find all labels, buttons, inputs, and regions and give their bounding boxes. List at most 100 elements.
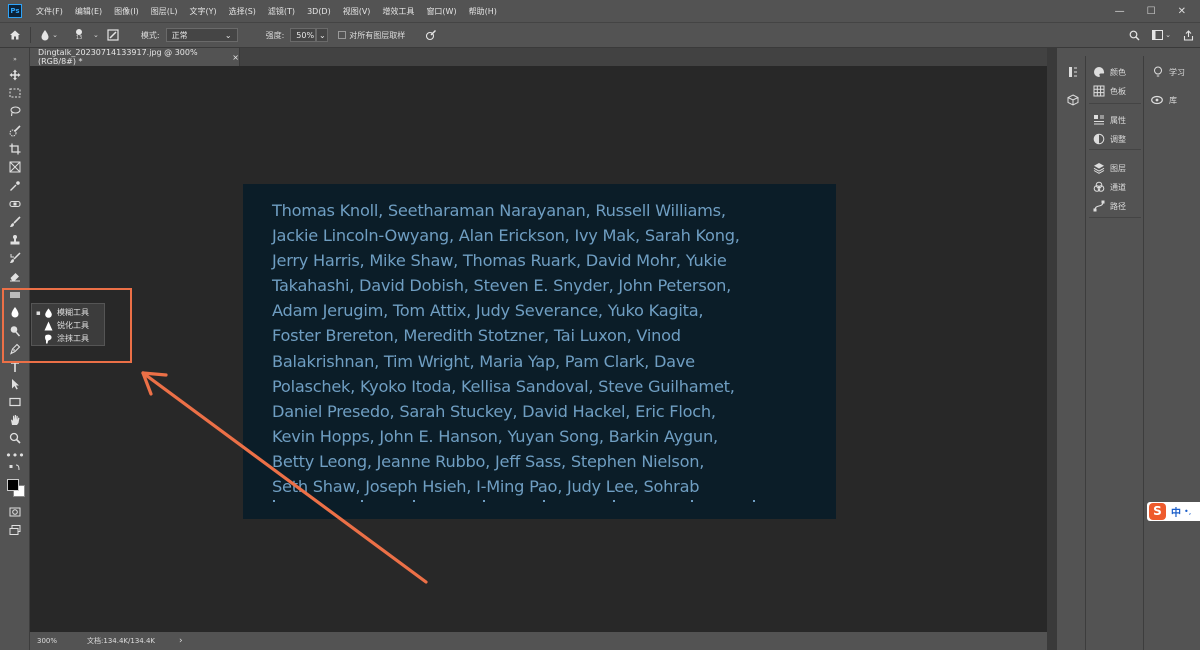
bandage-icon <box>9 200 21 208</box>
menu-select[interactable]: 选择(S) <box>223 6 262 17</box>
color-panel-label: 颜色 <box>1110 67 1126 77</box>
3d-cube-icon[interactable] <box>1067 94 1079 106</box>
credits-text: Thomas Knoll, Seetharaman Narayanan, Rus… <box>272 198 832 499</box>
swatches-panel-button[interactable]: 色板 <box>1093 85 1126 97</box>
tool-preset-picker[interactable]: ⌄ <box>37 29 61 41</box>
close-window-button[interactable]: ✕ <box>1178 6 1186 17</box>
crop-tool[interactable] <box>6 142 24 156</box>
frame-icon <box>9 161 21 173</box>
menu-help[interactable]: 帮助(H) <box>463 6 503 17</box>
healing-brush-tool[interactable] <box>6 197 24 211</box>
minimize-button[interactable]: — <box>1115 6 1125 17</box>
libraries-icon <box>1151 95 1163 105</box>
libraries-panel-button[interactable]: 库 <box>1150 94 1177 106</box>
learn-panel-button[interactable]: 学习 <box>1152 66 1185 78</box>
blur-drop-icon <box>41 30 49 41</box>
history-panel-icon[interactable] <box>1067 66 1079 78</box>
stamp-icon <box>10 235 20 245</box>
libraries-panel-label: 库 <box>1169 95 1177 105</box>
zoom-level[interactable]: 300% <box>37 637 57 645</box>
home-button[interactable] <box>0 29 30 41</box>
more-tools-button[interactable]: ••• <box>5 448 24 462</box>
credits-line: Jackie Lincoln-Owyang, Alan Erickson, Iv… <box>272 226 740 246</box>
search-icon[interactable] <box>1129 30 1140 41</box>
workspace-switcher[interactable]: ⌄ <box>1152 30 1171 40</box>
mode-select[interactable]: 正常 ⌄ <box>165 28 238 42</box>
menu-edit[interactable]: 编辑(E) <box>69 6 108 17</box>
sample-all-layers-checkbox[interactable]: 对所有图层取样 <box>338 30 405 41</box>
move-tool[interactable] <box>6 68 24 82</box>
swap-colors-button[interactable] <box>6 464 24 472</box>
document-size-info: 文档:134.4K/134.4K <box>87 637 155 645</box>
credits-line: Foster Brereton, Meredith Stotzner, Tai … <box>272 326 681 346</box>
channels-panel-button[interactable]: 通道 <box>1093 181 1126 193</box>
menu-file[interactable]: 文件(F) <box>30 6 69 17</box>
chevron-down-icon[interactable]: ⌄ <box>93 31 99 39</box>
document-tab-bar: Dingtalk_20230714133917.jpg @ 300%(RGB/8… <box>30 48 1047 66</box>
strength-dropdown[interactable]: ⌄ <box>316 28 329 42</box>
marquee-tool[interactable] <box>6 86 24 100</box>
menu-type[interactable]: 文字(Y) <box>183 6 222 17</box>
document-tab-title: Dingtalk_20230714133917.jpg @ 300%(RGB/8… <box>38 48 198 66</box>
brush-picker[interactable]: 13 <box>65 29 93 41</box>
menu-plugins[interactable]: 增效工具 <box>376 6 420 17</box>
pressure-button[interactable] <box>425 29 437 41</box>
frame-tool[interactable] <box>6 160 24 174</box>
layers-panel-button[interactable]: 图层 <box>1093 162 1126 174</box>
status-menu-arrow[interactable]: › <box>179 636 183 646</box>
brush-settings-button[interactable] <box>105 29 121 41</box>
document-image[interactable]: Thomas Knoll, Seetharaman Narayanan, Rus… <box>243 184 836 519</box>
hand-tool[interactable] <box>6 413 24 427</box>
quick-selection-tool[interactable] <box>6 124 24 138</box>
chevron-down-icon: ⌄ <box>52 31 58 39</box>
paths-panel-button[interactable]: 路径 <box>1093 200 1126 212</box>
properties-panel-button[interactable]: 属性 <box>1093 114 1126 126</box>
share-icon[interactable] <box>1183 29 1194 41</box>
learn-bulb-icon <box>1154 66 1162 77</box>
sample-all-layers-label: 对所有图层取样 <box>349 30 406 40</box>
chevron-down-icon: ⌄ <box>1165 31 1171 39</box>
color-palette-icon <box>1094 67 1105 77</box>
rectangle-tool[interactable] <box>6 395 24 409</box>
channels-panel-label: 通道 <box>1110 182 1126 192</box>
lasso-tool[interactable] <box>6 104 24 118</box>
menu-view[interactable]: 视图(V) <box>337 6 377 17</box>
eyedropper-tool[interactable] <box>6 179 24 193</box>
divider <box>30 27 31 43</box>
strength-input[interactable]: 50% <box>290 28 317 42</box>
brush-tool[interactable] <box>6 215 24 229</box>
color-panel-button[interactable]: 颜色 <box>1093 66 1126 78</box>
credits-line: Thomas Knoll, Seetharaman Narayanan, Rus… <box>272 201 726 220</box>
history-brush-tool[interactable] <box>6 251 24 265</box>
menu-3d[interactable]: 3D(D) <box>301 7 337 16</box>
ime-mode-text: 中 <box>1171 508 1181 519</box>
home-icon <box>10 30 20 40</box>
paths-icon <box>1093 200 1105 212</box>
ime-indicator[interactable]: S 中 •, <box>1147 502 1200 521</box>
menu-filter[interactable]: 滤镜(T) <box>262 6 301 17</box>
paths-panel-label: 路径 <box>1110 201 1126 211</box>
pen-pressure-icon <box>426 30 437 41</box>
credits-line: Balakrishnan, Tim Wright, Maria Yap, Pam… <box>272 351 695 371</box>
quick-mask-button[interactable] <box>6 505 24 519</box>
document-tab[interactable]: Dingtalk_20230714133917.jpg @ 300%(RGB/8… <box>30 48 240 66</box>
zoom-tool[interactable] <box>6 431 24 445</box>
menu-layer[interactable]: 图层(L) <box>145 6 184 17</box>
learn-panel-label: 学习 <box>1169 67 1185 77</box>
canvas-scrollbar[interactable] <box>1047 48 1057 650</box>
rectangle-marquee-icon <box>9 88 21 98</box>
menu-window[interactable]: 窗口(W) <box>420 6 462 17</box>
foreground-color-swatch[interactable] <box>7 479 19 491</box>
canvas-area[interactable]: Thomas Knoll, Seetharaman Narayanan, Rus… <box>30 66 1047 632</box>
adjustments-panel-button[interactable]: 调整 <box>1093 133 1126 145</box>
menu-image[interactable]: 图像(I) <box>108 6 145 17</box>
screen-mode-button[interactable] <box>6 523 24 537</box>
path-selection-tool[interactable] <box>6 377 24 391</box>
history-brush-icon <box>10 252 21 263</box>
credits-line: Jerry Harris, Mike Shaw, Thomas Ruark, D… <box>272 251 727 271</box>
clone-stamp-tool[interactable] <box>6 233 24 247</box>
maximize-button[interactable]: ☐ <box>1147 6 1156 17</box>
close-tab-icon[interactable]: × <box>232 53 239 62</box>
collapse-toolbar-icon[interactable]: » <box>6 52 24 66</box>
eraser-tool[interactable] <box>6 269 24 283</box>
